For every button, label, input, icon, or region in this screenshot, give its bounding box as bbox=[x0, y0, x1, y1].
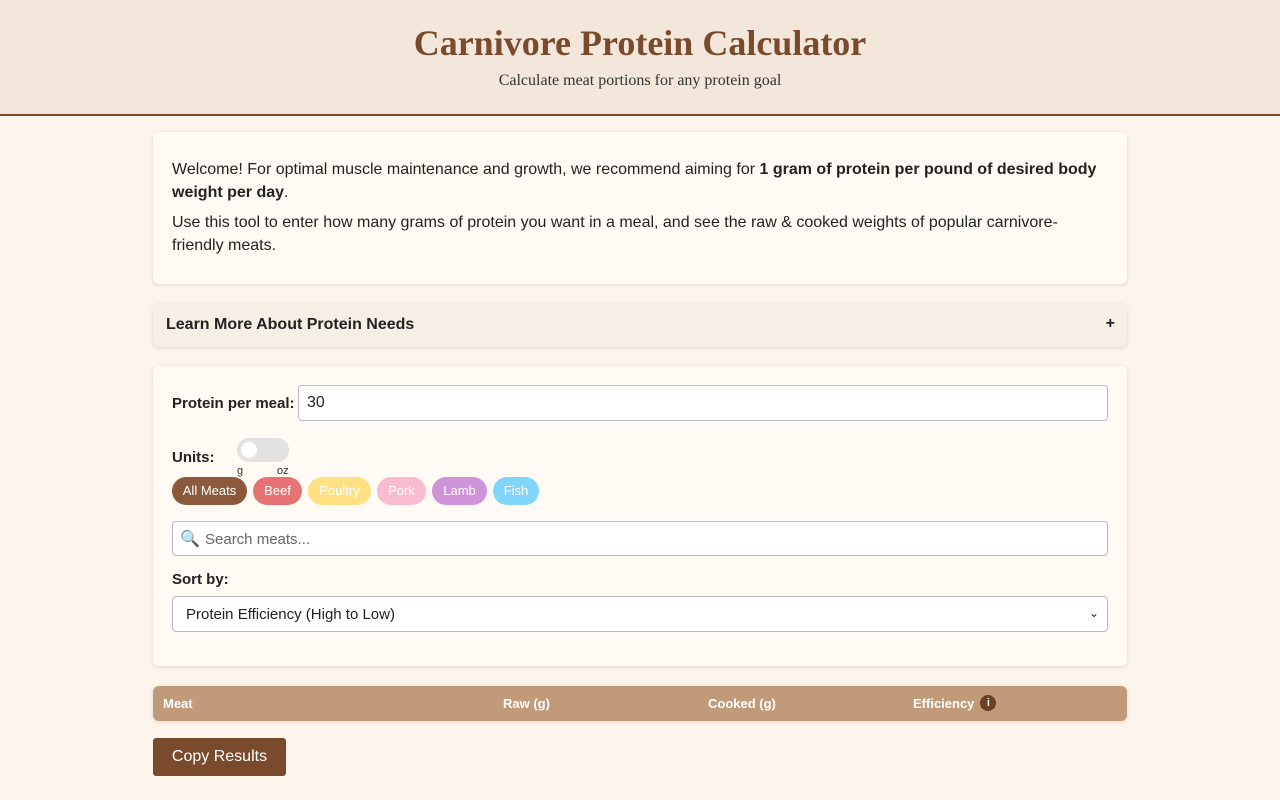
sort-select[interactable]: Protein Efficiency (High to Low) ⌄ bbox=[172, 596, 1108, 632]
filter-beef[interactable]: Beef bbox=[253, 477, 302, 505]
filter-poultry[interactable]: Poultry bbox=[308, 477, 371, 505]
column-meat: Meat bbox=[163, 696, 193, 711]
chevron-down-icon: ⌄ bbox=[1088, 606, 1099, 620]
info-icon[interactable]: i bbox=[980, 695, 997, 711]
filter-lamb[interactable]: Lamb bbox=[432, 477, 487, 505]
unit-grams-label: g bbox=[237, 465, 244, 477]
sort-selected-value: Protein Efficiency (High to Low) bbox=[186, 606, 395, 623]
copy-results-button[interactable]: Copy Results bbox=[153, 738, 286, 776]
units-label: Units: bbox=[172, 449, 215, 466]
welcome-paragraph-1: Welcome! For optimal muscle maintenance … bbox=[172, 161, 1097, 201]
controls-card: Protein per meal: 30 Units: g oz All Mea… bbox=[153, 366, 1127, 666]
accordion-title: Learn More About Protein Needs bbox=[166, 316, 415, 333]
expand-icon[interactable]: + bbox=[1106, 315, 1115, 333]
search-placeholder: Search meats... bbox=[205, 531, 311, 548]
learn-more-accordion[interactable]: Learn More About Protein Needs + bbox=[153, 303, 1127, 347]
results-table-header: Meat Raw (g) Cooked (g) Efficiency i bbox=[153, 686, 1127, 721]
sort-label: Sort by: bbox=[172, 571, 229, 588]
filter-pork[interactable]: Pork bbox=[377, 477, 426, 505]
page-subtitle: Calculate meat portions for any protein … bbox=[498, 72, 782, 89]
welcome-paragraph-2: Use this tool to enter how many grams of… bbox=[172, 214, 1058, 254]
page-header: Carnivore Protein Calculator Calculate m… bbox=[0, 0, 1280, 116]
protein-input[interactable]: 30 bbox=[298, 385, 1108, 421]
search-input[interactable]: 🔍 Search meats... bbox=[172, 521, 1108, 556]
page-title: Carnivore Protein Calculator bbox=[413, 23, 867, 63]
filter-all-meats[interactable]: All Meats bbox=[172, 477, 247, 505]
column-cooked: Cooked (g) bbox=[708, 696, 776, 711]
filter-fish[interactable]: Fish bbox=[493, 477, 539, 505]
column-efficiency: Efficiency i bbox=[913, 695, 997, 712]
unit-ounces-label: oz bbox=[277, 465, 289, 477]
welcome-card: Welcome! For optimal muscle maintenance … bbox=[153, 132, 1127, 284]
toggle-knob bbox=[241, 442, 257, 458]
units-toggle[interactable] bbox=[237, 438, 289, 462]
column-raw: Raw (g) bbox=[503, 696, 550, 711]
search-icon: 🔍 bbox=[180, 531, 200, 548]
protein-label: Protein per meal: bbox=[172, 395, 295, 412]
